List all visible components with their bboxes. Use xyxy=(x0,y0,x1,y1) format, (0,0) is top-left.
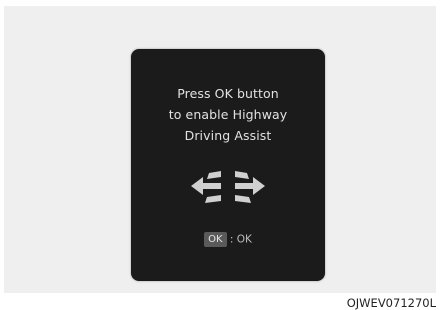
ok-instruction: OK : OK xyxy=(131,232,325,247)
ok-button-icon: OK xyxy=(204,232,227,247)
message-line-2: to enable Highway xyxy=(168,107,288,122)
message-line-1: Press OK button xyxy=(177,86,279,101)
message-line-3: Driving Assist xyxy=(184,128,272,143)
ok-action-label: OK xyxy=(236,233,252,246)
figure-code: OJWEV071270L xyxy=(346,296,436,310)
ok-separator: : xyxy=(229,233,234,246)
figure-panel: Press OK button to enable Highway Drivin… xyxy=(4,6,436,293)
lane-change-arrows-icon xyxy=(191,171,265,203)
hda-enable-message: Press OK button to enable Highway Drivin… xyxy=(131,83,325,146)
cluster-display: Press OK button to enable Highway Drivin… xyxy=(131,49,325,281)
